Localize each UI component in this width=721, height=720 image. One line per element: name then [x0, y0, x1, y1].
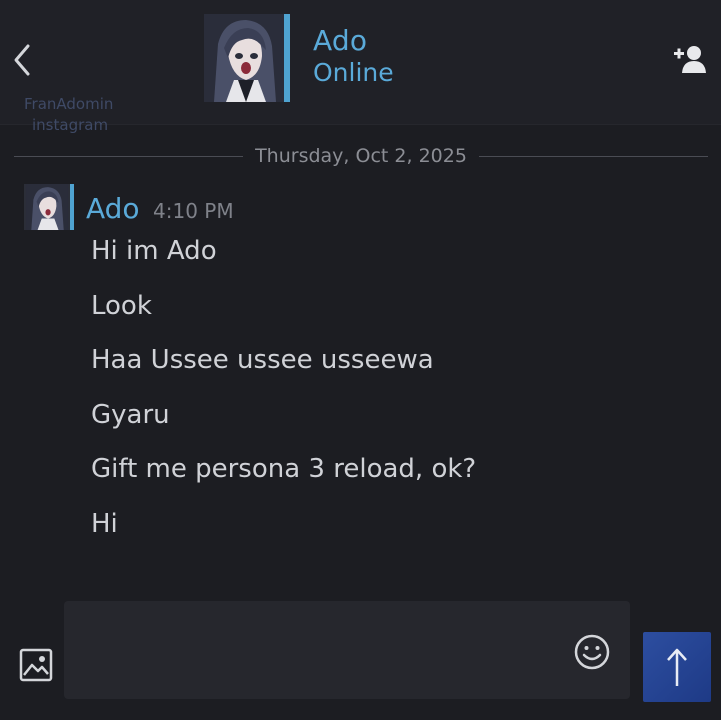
sender-name[interactable]: Ado [86, 192, 140, 225]
message-text: Look [91, 290, 152, 321]
message-text: Haa Ussee ussee usseewa [91, 345, 434, 376]
watermark-line-2: instagram [32, 116, 109, 134]
divider-line-left [14, 155, 244, 157]
sender-avatar[interactable] [24, 184, 74, 230]
chevron-left-icon [14, 44, 30, 76]
arrow-up-icon [667, 648, 687, 686]
divider-line-right [478, 155, 708, 157]
watermark-line-1: FranAdomin [24, 95, 114, 113]
message-text: Gift me persona 3 reload, ok? [91, 454, 477, 485]
date-divider: Thursday, Oct 2, 2025 [14, 143, 708, 169]
smiley-icon [574, 634, 610, 670]
contact-avatar[interactable] [204, 14, 290, 102]
add-friend-button[interactable] [672, 42, 708, 76]
emoji-button[interactable] [573, 633, 611, 671]
message-text: Hi im Ado [91, 236, 217, 266]
message-input[interactable] [64, 601, 630, 699]
add-friend-icon [674, 46, 706, 73]
attach-image-button[interactable] [19, 648, 53, 682]
message-text: Gyaru [91, 399, 170, 430]
back-button[interactable] [10, 40, 38, 80]
send-button[interactable] [643, 632, 711, 702]
date-label: Thursday, Oct 2, 2025 [255, 145, 467, 167]
avatar-image [204, 14, 284, 102]
message-text: Hi [91, 508, 118, 539]
chat-header: Ado Online FranAdomin instagram [0, 0, 721, 134]
message-list: Hi im Ado Look Haa Ussee ussee usseewa G… [91, 231, 691, 559]
watermark: FranAdomin instagram [24, 94, 134, 136]
contact-name[interactable]: Ado [313, 24, 367, 57]
contact-status: Online [313, 58, 394, 87]
avatar-image [26, 184, 68, 230]
image-icon [19, 648, 53, 682]
message-timestamp: 4:10 PM [153, 199, 234, 223]
